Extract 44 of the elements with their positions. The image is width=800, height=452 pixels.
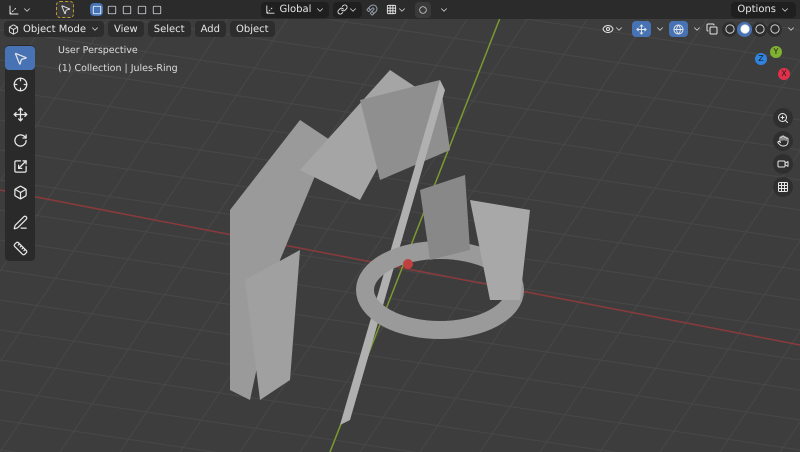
selection-mode-button[interactable] [90,3,103,16]
square-icon [152,4,162,14]
square-icon [136,4,146,14]
select-tool-icon [12,50,28,66]
selection-mode-button[interactable] [135,3,148,16]
camera-icon [777,158,789,170]
hand-icon [777,135,789,147]
select-tool-button[interactable] [56,1,74,18]
tool-button[interactable] [5,46,35,70]
pointer-icon [60,4,70,15]
view-name: User Perspective [58,44,139,58]
menu-item[interactable]: Select [148,21,191,37]
selection-mode-button[interactable] [105,3,118,16]
magnet-icon[interactable] [366,4,378,16]
scale-icon [12,158,28,174]
crosshair-icon [12,76,28,92]
gizmo-toggle[interactable] [632,21,651,37]
axes-icon [8,4,20,16]
mode-dropdown[interactable]: Object Mode [4,21,104,37]
axes-icon [264,4,276,15]
orientation-dropdown[interactable]: Global [260,2,330,18]
link-icon [337,4,348,15]
square-icon [122,4,132,14]
menu-item[interactable]: Add [194,21,226,37]
zoom-icon [777,112,789,124]
move-icon [12,106,28,122]
proportional-edit-button[interactable] [415,2,432,18]
pivot-dropdown[interactable] [333,2,362,18]
object-info: (1) Collection | Jules-Ring [58,62,178,76]
overlay-toggle[interactable] [669,21,688,37]
grid-icon [777,181,789,193]
menu-item[interactable]: Object [230,21,275,37]
square-icon [92,4,102,14]
ruler-icon [12,240,28,256]
square-icon [106,4,116,14]
menu-item[interactable]: View [108,21,144,37]
pen-icon [12,214,28,230]
arrows-icon [636,24,647,34]
cube-icon [8,24,19,34]
rotate-icon [12,132,28,148]
selection-mode-button[interactable] [120,3,133,16]
eye-icon [602,23,614,35]
options-dropdown[interactable]: Options [731,2,796,18]
selection-mode-button[interactable] [150,3,163,16]
